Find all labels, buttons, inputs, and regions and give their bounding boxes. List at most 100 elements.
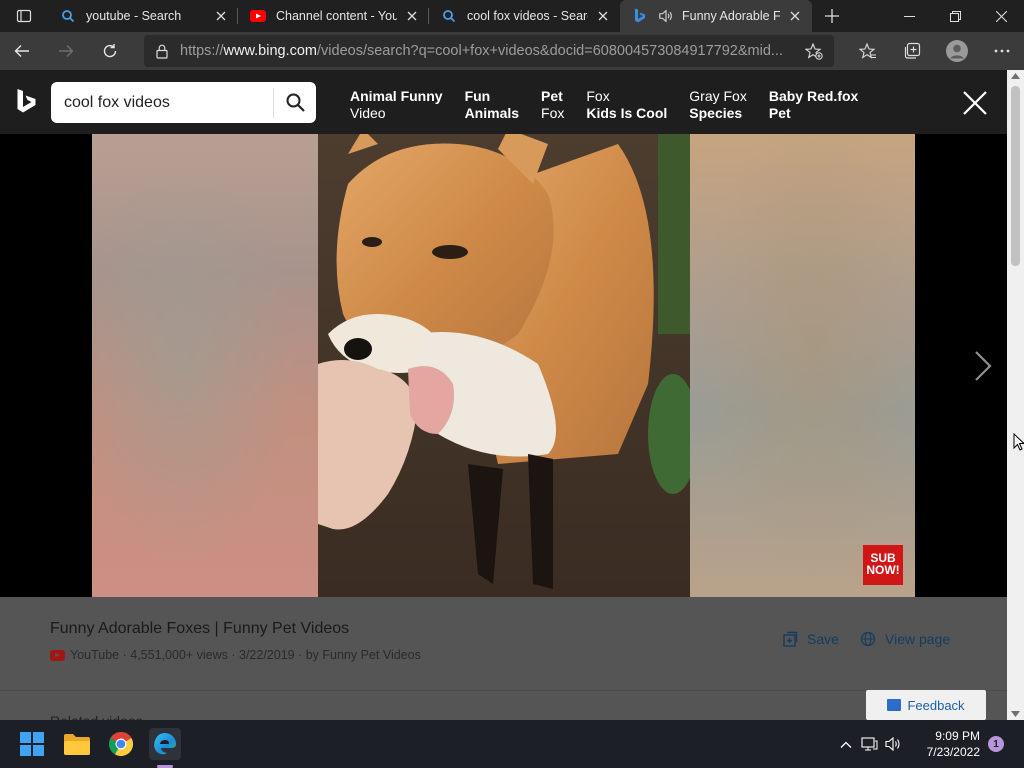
minimize-icon [903, 15, 915, 17]
volume-icon[interactable] [882, 737, 904, 751]
edge-button[interactable] [149, 728, 181, 760]
tab-actions-button[interactable] [0, 0, 48, 32]
scroll-down-icon[interactable] [1011, 711, 1020, 717]
tab-youtube-search[interactable]: youtube - Search [48, 0, 238, 32]
video-meta: YouTube · 4,551,000+ views · 3/22/2019 ·… [50, 648, 421, 662]
bing-logo-icon[interactable] [16, 88, 38, 121]
new-tab-button[interactable] [816, 0, 848, 32]
fox-video-image [318, 134, 690, 597]
window-controls [886, 0, 1024, 32]
profile-button[interactable] [934, 32, 980, 70]
video-frame[interactable] [318, 134, 690, 597]
edge-icon [154, 733, 176, 755]
speaker-icon[interactable] [658, 8, 674, 24]
refresh-button[interactable] [88, 32, 132, 70]
browser-toolbar: https://www.bing.com/videos/search?q=coo… [0, 32, 1024, 70]
scroll-up-icon[interactable] [1011, 73, 1020, 79]
save-icon [783, 631, 798, 647]
tab-close-icon[interactable] [212, 7, 230, 25]
subscribe-badge: SUB NOW! [863, 545, 903, 585]
restore-button[interactable] [932, 0, 978, 32]
collections-button[interactable] [890, 32, 934, 70]
tab-close-icon[interactable] [786, 7, 804, 25]
related-chip-pet-fox[interactable]: Pet Fox [541, 88, 564, 122]
video-info-panel: Funny Adorable Foxes | Funny Pet Videos … [0, 597, 1007, 729]
restore-icon [949, 10, 961, 22]
view-page-button[interactable]: View page [860, 631, 950, 647]
back-button[interactable] [0, 32, 44, 70]
network-icon[interactable] [856, 737, 882, 751]
taskbar: 9:09 PM 7/23/2022 [0, 720, 1024, 768]
search-input[interactable] [51, 83, 273, 122]
next-video-chevron-icon[interactable] [968, 348, 996, 384]
favorites-icon [859, 42, 876, 59]
close-icon [995, 10, 1007, 22]
clock-time: 9:09 PM [935, 729, 980, 743]
minimize-button[interactable] [886, 0, 932, 32]
add-favorite-icon[interactable] [794, 42, 834, 60]
lock-icon[interactable] [144, 44, 180, 59]
close-window-button[interactable] [978, 0, 1024, 32]
tab-close-icon[interactable] [594, 7, 612, 25]
search-icon [286, 93, 305, 112]
folder-icon [64, 734, 90, 755]
plus-icon [825, 9, 839, 23]
feedback-button[interactable]: Feedback [866, 690, 986, 720]
favorites-button[interactable] [846, 32, 890, 70]
page-scrollbar[interactable] [1007, 70, 1024, 720]
youtube-icon [50, 649, 65, 661]
search-button[interactable] [274, 82, 316, 123]
related-chip-gray-fox-species[interactable]: Gray Fox Species [689, 88, 747, 122]
tab-title: Channel content - YouTube [276, 9, 397, 23]
divider [0, 690, 1007, 691]
bing-video-header: Animal FunnyVideo FunAnimals PetFox FoxK… [0, 70, 1007, 134]
forward-button[interactable] [44, 32, 88, 70]
tab-title: Funny Adorable Foxes [682, 9, 780, 23]
start-button[interactable] [16, 728, 48, 760]
mouse-cursor-icon [1013, 433, 1024, 451]
collections-icon [904, 42, 921, 59]
related-chip-baby-red-fox-pet[interactable]: Baby Red.fox Pet [769, 88, 858, 122]
more-icon [994, 49, 1010, 53]
related-chip-animal-funny-video[interactable]: Animal Funny Video [350, 88, 443, 122]
tab-close-icon[interactable] [403, 7, 421, 25]
related-chip-fun-animals[interactable]: Fun Animals [465, 88, 519, 122]
show-hidden-icons-chevron-icon[interactable] [836, 741, 856, 748]
tab-cool-fox-search[interactable]: cool fox videos - Search [429, 0, 620, 32]
file-explorer-button[interactable] [61, 728, 93, 760]
search-icon [60, 8, 76, 24]
video-stats: · 4,551,000+ views · 3/22/2019 · by Funn… [122, 648, 421, 662]
forward-arrow-icon [59, 45, 74, 57]
settings-more-button[interactable] [980, 32, 1024, 70]
related-chip-fox-kids-is-cool[interactable]: Fox Kids Is Cool [586, 88, 667, 122]
windows-icon [20, 732, 44, 756]
clock-date: 7/23/2022 [926, 745, 980, 759]
system-tray [836, 720, 904, 768]
feedback-icon [887, 699, 902, 711]
chrome-button[interactable] [105, 728, 137, 760]
notification-badge[interactable]: 1 [988, 736, 1004, 752]
back-arrow-icon [14, 45, 29, 57]
tab-title: youtube - Search [86, 9, 182, 23]
close-overlay-button[interactable] [960, 88, 990, 118]
search-icon [441, 8, 457, 24]
video-source: YouTube [70, 648, 120, 662]
search-box [51, 82, 316, 123]
video-blur-left [92, 134, 318, 597]
video-blur-right [690, 134, 915, 597]
refresh-icon [103, 44, 117, 58]
address-bar[interactable]: https://www.bing.com/videos/search?q=coo… [144, 35, 834, 67]
chrome-icon [109, 732, 133, 756]
tab-strip: youtube - Search Channel content - YouTu… [0, 0, 1024, 32]
save-button[interactable]: Save [782, 631, 839, 647]
globe-icon [860, 631, 876, 647]
system-clock[interactable]: 9:09 PM 7/23/2022 [912, 728, 980, 760]
video-player[interactable]: SUB NOW! [0, 134, 1007, 597]
tab-channel-content[interactable]: Channel content - YouTube [238, 0, 429, 32]
related-searches: Animal Funny Video Fun Animals Pet Fox Fox K… [350, 88, 880, 122]
video-title[interactable]: Funny Adorable Foxes | Funny Pet Videos [50, 620, 349, 638]
youtube-icon [250, 8, 266, 24]
tab-funny-foxes[interactable]: Funny Adorable Foxes [620, 0, 812, 32]
tab-title: cool fox videos - Search [467, 9, 588, 23]
scrollbar-thumb[interactable] [1011, 86, 1020, 266]
